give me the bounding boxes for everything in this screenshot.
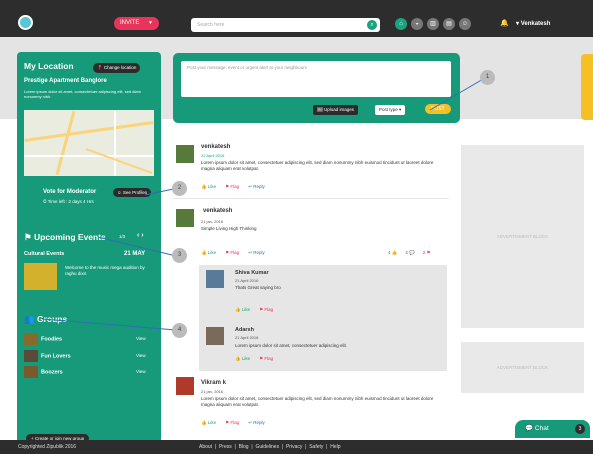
callout-marker: 1 <box>480 70 495 85</box>
footer-links: About | Press | Blog | Guidelines | Priv… <box>199 444 341 450</box>
chat-label: Chat <box>534 425 549 432</box>
chat-count-badge: 3 <box>575 424 585 434</box>
footer-link-help[interactable]: Help <box>330 444 340 450</box>
footer-link-safety[interactable]: Safety <box>309 444 323 450</box>
callout-marker: 4 <box>172 323 187 338</box>
chat-button[interactable]: 💬 Chat 3 <box>515 420 590 438</box>
copyright: Copyrighted Zipublik 2016 <box>18 444 77 450</box>
callout-lines <box>41 77 486 331</box>
footer: Copyrighted Zipublik 2016 About | Press … <box>0 440 593 454</box>
footer-link-blog[interactable]: Blog <box>239 444 249 450</box>
footer-link-press[interactable]: Press <box>219 444 232 450</box>
callout-marker: 3 <box>172 248 187 263</box>
footer-link-privacy[interactable]: Privacy <box>286 444 302 450</box>
callout-marker: 2 <box>172 181 187 196</box>
footer-link-about[interactable]: About <box>199 444 212 450</box>
footer-link-guidelines[interactable]: Guidelines <box>255 444 279 450</box>
